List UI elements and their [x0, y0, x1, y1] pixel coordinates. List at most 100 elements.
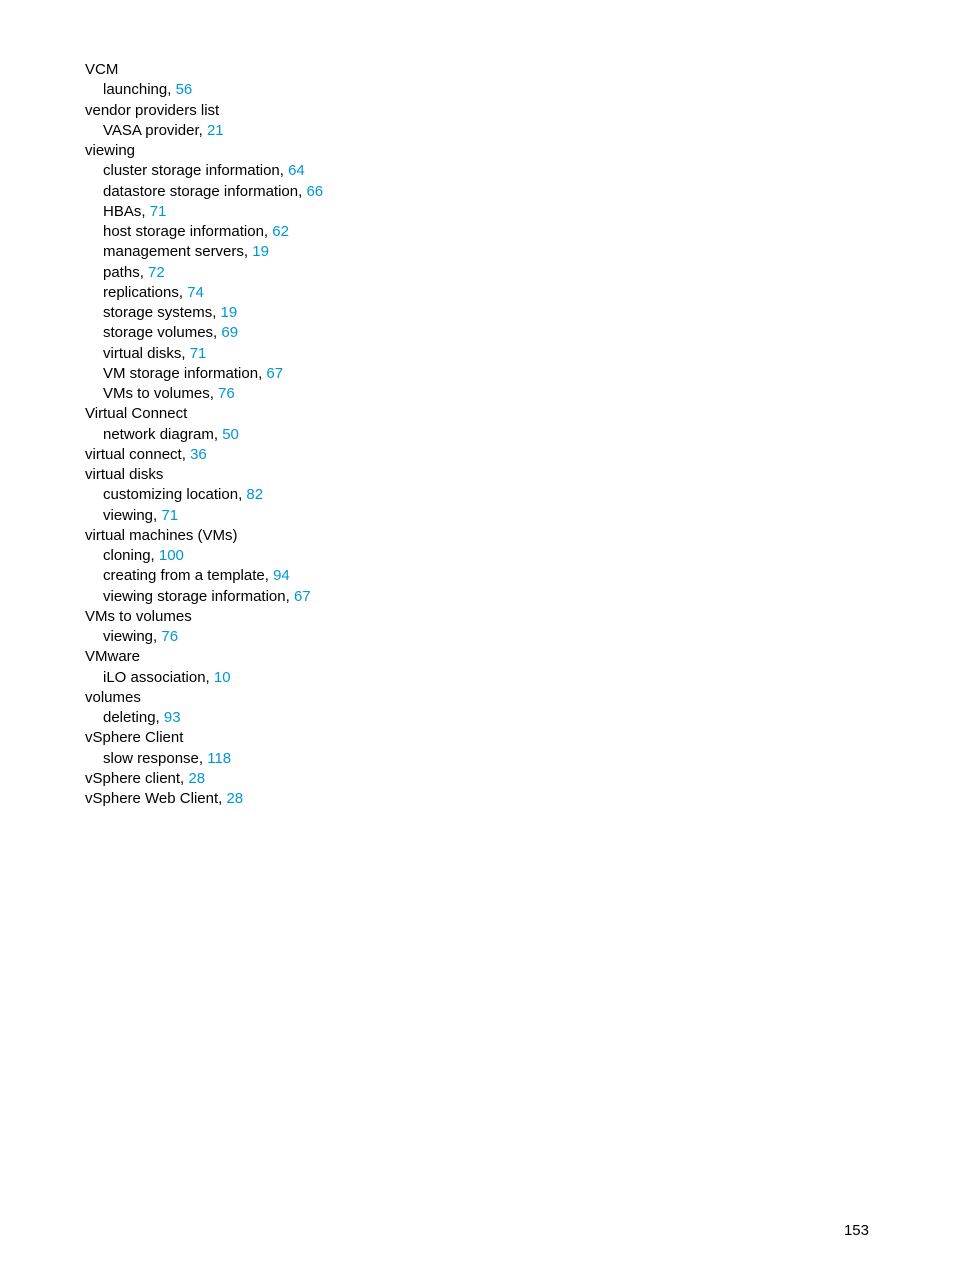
index-entry-text: datastore storage information, [103, 183, 306, 200]
index-page-link[interactable]: 36 [190, 446, 207, 463]
index-entry-text: storage systems, [103, 304, 221, 321]
index-entry: VASA provider, 21 [103, 121, 869, 141]
index-entry-text: deleting, [103, 709, 164, 726]
index-entry: cloning, 100 [103, 546, 869, 566]
index-entry: vSphere client, 28 [85, 769, 869, 789]
index-page-link[interactable]: 100 [159, 547, 184, 564]
index-entry-text: management servers, [103, 243, 252, 260]
index-entry-text: viewing, [103, 628, 161, 645]
index-page-link[interactable]: 93 [164, 709, 181, 726]
index-entry-text: Virtual Connect [85, 405, 187, 422]
index-page-link[interactable]: 56 [176, 81, 193, 98]
index-entry: volumes [85, 688, 869, 708]
index-entry-text: virtual disks, [103, 345, 190, 362]
index-entry: network diagram, 50 [103, 425, 869, 445]
index-entry-text: VASA provider, [103, 122, 207, 139]
index-entry: Virtual Connect [85, 404, 869, 424]
index-page-link[interactable]: 50 [222, 426, 239, 443]
index-entry: vSphere Web Client, 28 [85, 789, 869, 809]
index-entry: VMware [85, 647, 869, 667]
index-page-link[interactable]: 21 [207, 122, 224, 139]
index-entry: replications, 74 [103, 283, 869, 303]
index-entry-text: vendor providers list [85, 102, 219, 119]
index-page-link[interactable]: 74 [187, 284, 204, 301]
index-entry-text: slow response, [103, 750, 207, 767]
index-page-link[interactable]: 28 [226, 790, 243, 807]
index-entry-text: launching, [103, 81, 176, 98]
index-entry: virtual connect, 36 [85, 445, 869, 465]
index-entry-text: iLO association, [103, 669, 214, 686]
index-entry: management servers, 19 [103, 242, 869, 262]
index-entry: storage systems, 19 [103, 303, 869, 323]
index-entry-text: VMs to volumes [85, 608, 192, 625]
index-page-link[interactable]: 71 [161, 507, 178, 524]
index-entry-text: virtual machines (VMs) [85, 527, 238, 544]
index-page-link[interactable]: 72 [148, 264, 165, 281]
index-entry: datastore storage information, 66 [103, 182, 869, 202]
index-entry: customizing location, 82 [103, 485, 869, 505]
index-entry-text: creating from a template, [103, 567, 273, 584]
index-entry-text: vSphere Client [85, 729, 183, 746]
index-entry: virtual disks, 71 [103, 344, 869, 364]
index-entry: virtual machines (VMs) [85, 526, 869, 546]
index-entry: viewing, 71 [103, 506, 869, 526]
index-entry-text: network diagram, [103, 426, 222, 443]
index-page-link[interactable]: 71 [190, 345, 207, 362]
index-page-link[interactable]: 66 [306, 183, 323, 200]
index-page-link[interactable]: 71 [150, 203, 167, 220]
index-entry: cluster storage information, 64 [103, 161, 869, 181]
index-entry: viewing, 76 [103, 627, 869, 647]
index-entry-text: virtual disks [85, 466, 163, 483]
index-page-link[interactable]: 94 [273, 567, 290, 584]
index-page-link[interactable]: 82 [246, 486, 263, 503]
index-page-link[interactable]: 118 [207, 750, 231, 767]
index-entry: vSphere Client [85, 728, 869, 748]
index-entry: VCM [85, 60, 869, 80]
index-page-link[interactable]: 67 [294, 588, 311, 605]
index-entry-text: viewing [85, 142, 135, 159]
index-entry-text: replications, [103, 284, 187, 301]
index-entry-text: host storage information, [103, 223, 272, 240]
index-entry-text: storage volumes, [103, 324, 221, 341]
index-page-link[interactable]: 19 [252, 243, 269, 260]
index-content: VCM launching, 56 vendor providers list VAS… [85, 60, 869, 809]
index-entry-text: viewing, [103, 507, 161, 524]
index-page-link[interactable]: 76 [218, 385, 235, 402]
index-entry: HBAs, 71 [103, 202, 869, 222]
index-page-link[interactable]: 67 [266, 365, 283, 382]
index-entry-text: VMs to volumes, [103, 385, 218, 402]
index-entry: vendor providers list [85, 101, 869, 121]
index-entry-text: cloning, [103, 547, 159, 564]
index-entry: VMs to volumes, 76 [103, 384, 869, 404]
index-entry-text: cluster storage information, [103, 162, 288, 179]
index-entry-text: vSphere Web Client, [85, 790, 226, 807]
index-entry: VMs to volumes [85, 607, 869, 627]
index-page-link[interactable]: 64 [288, 162, 305, 179]
index-entry-text: paths, [103, 264, 148, 281]
index-page-link[interactable]: 76 [161, 628, 178, 645]
index-entry-text: vSphere client, [85, 770, 188, 787]
index-entry: VM storage information, 67 [103, 364, 869, 384]
index-page-link[interactable]: 62 [272, 223, 289, 240]
index-entry-text: customizing location, [103, 486, 246, 503]
index-entry: viewing storage information, 67 [103, 587, 869, 607]
index-page-link[interactable]: 10 [214, 669, 231, 686]
index-entry-text: viewing storage information, [103, 588, 294, 605]
page-number: 153 [844, 1222, 869, 1239]
index-page-link[interactable]: 28 [188, 770, 205, 787]
index-entry: creating from a template, 94 [103, 566, 869, 586]
index-entry-text: volumes [85, 689, 141, 706]
index-entry: virtual disks [85, 465, 869, 485]
index-entry-text: VMware [85, 648, 140, 665]
index-entry-text: HBAs, [103, 203, 150, 220]
index-entry: launching, 56 [103, 80, 869, 100]
index-page-link[interactable]: 69 [221, 324, 238, 341]
index-entry: deleting, 93 [103, 708, 869, 728]
index-entry-text: VCM [85, 61, 118, 78]
index-entry: paths, 72 [103, 263, 869, 283]
index-entry: viewing [85, 141, 869, 161]
index-entry: iLO association, 10 [103, 668, 869, 688]
index-page-link[interactable]: 19 [221, 304, 238, 321]
index-entry: host storage information, 62 [103, 222, 869, 242]
index-entry-text: virtual connect, [85, 446, 190, 463]
